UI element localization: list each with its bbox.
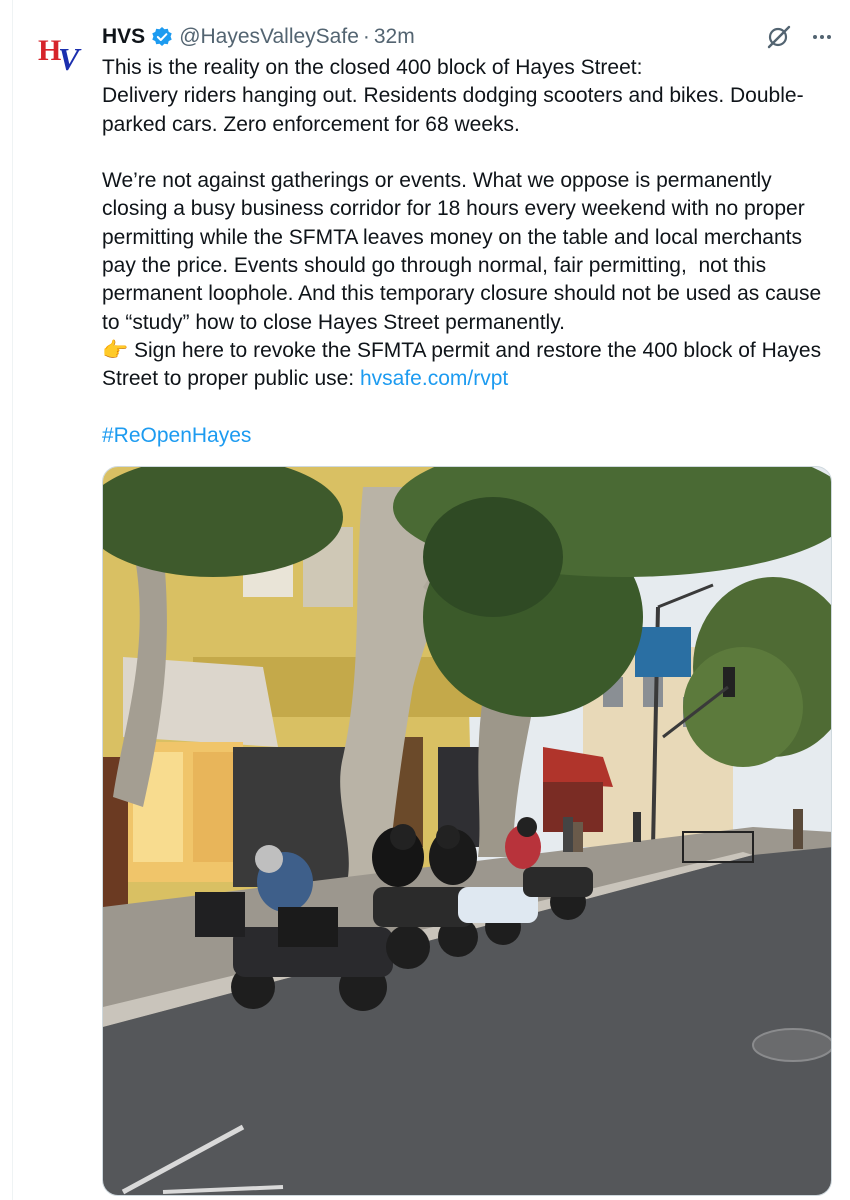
pointing-hand-emoji: 👉	[102, 338, 129, 362]
tweet-photo[interactable]: ulo	[102, 466, 832, 1196]
card-left-border	[12, 0, 13, 1200]
grok-icon[interactable]	[766, 24, 792, 55]
avatar-logo: H V	[38, 34, 82, 77]
hashtag-link[interactable]: #ReOpenHayes	[102, 424, 251, 447]
tweet-text: This is the reality on the closed 400 bl…	[102, 54, 832, 450]
author-name[interactable]: HVS	[102, 25, 145, 49]
tweet-paragraph-2: We’re not against gatherings or events. …	[102, 169, 827, 334]
tweet-header: HVS @HayesValleySafe · 32m	[102, 22, 830, 52]
separator-dot: ·	[362, 25, 370, 48]
more-options-icon[interactable]	[810, 25, 834, 54]
street-scene-illustration: ulo	[103, 467, 831, 1195]
petition-link[interactable]: hvsafe.com/rvpt	[360, 367, 508, 390]
tweet-timestamp[interactable]: 32m	[374, 25, 415, 49]
verified-badge-icon	[151, 26, 173, 48]
tweet-paragraph-1-line-1: This is the reality on the closed 400 bl…	[102, 56, 643, 79]
author-handle[interactable]: @HayesValleySafe	[179, 25, 359, 49]
tweet-paragraph-1-rest: Delivery riders hanging out. Residents d…	[102, 84, 804, 136]
avatar[interactable]: H V	[38, 30, 86, 78]
avatar-letter-v: V	[58, 41, 82, 77]
tweet-actions	[766, 24, 834, 55]
